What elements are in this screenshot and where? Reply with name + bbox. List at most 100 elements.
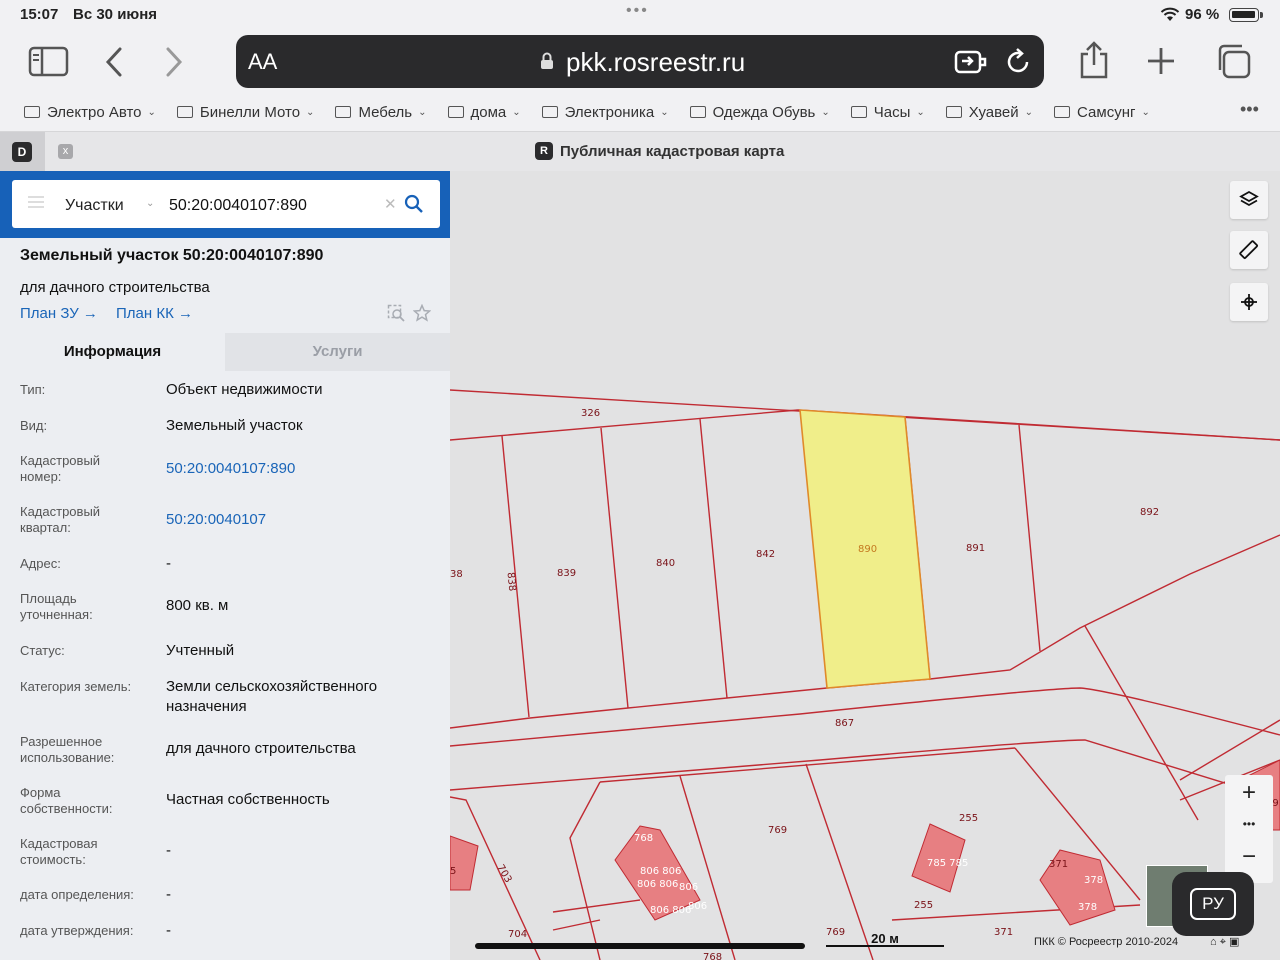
search-input[interactable]: 50:20:0040107:890 <box>169 197 307 215</box>
bookmark-folder-7[interactable]: Часы ⌄ <box>850 101 925 123</box>
info-label: Площадь уточненная: <box>20 591 93 622</box>
tab-services[interactable]: Услуги <box>225 333 450 371</box>
extension-icon[interactable] <box>954 47 988 77</box>
info-value: для дачного строительства <box>166 740 356 757</box>
info-label: Категория земель: <box>20 679 132 694</box>
bookmark-folder-5[interactable]: Электроника ⌄ <box>541 101 669 123</box>
tab-information[interactable]: Информация <box>0 333 225 371</box>
folder-icon <box>1054 106 1071 118</box>
chevron-down-icon: ⌄ <box>418 106 427 118</box>
crosshair-icon <box>1241 294 1257 310</box>
chevron-down-icon: ⌄ <box>1024 106 1034 118</box>
map-copyright: ПКК © Росреестр 2010-2024 <box>1034 936 1179 948</box>
info-value: - <box>166 842 171 859</box>
chevron-down-icon: ⌄ <box>1141 106 1150 118</box>
info-label: Кадастровая стоимость: <box>20 836 98 867</box>
chevron-down-icon: ⌄ <box>306 106 315 118</box>
layers-button[interactable] <box>1230 181 1268 219</box>
info-value: Земли сельскохозяйственного назначения <box>166 678 378 715</box>
bookmarks-more-icon[interactable]: ••• <box>1240 99 1259 120</box>
tab-active[interactable]: R Публичная кадастровая карта <box>535 142 784 160</box>
plan-zu-link[interactable]: План ЗУ → <box>20 305 98 322</box>
map-label: 704 <box>508 929 527 940</box>
chevron-down-icon: ⌄ <box>660 106 669 118</box>
close-tab-icon[interactable]: x <box>58 144 73 159</box>
url-text[interactable]: pkk.rosreestr.ru <box>566 47 745 78</box>
home-indicator[interactable] <box>475 943 805 949</box>
search-category-select[interactable]: Участки <box>65 197 124 215</box>
info-label: Разрешенное использование: <box>20 734 115 765</box>
cadastral-number-link[interactable]: 50:20:0040107:890 <box>166 459 436 479</box>
info-label: Статус: <box>20 643 65 658</box>
reload-icon[interactable] <box>1003 47 1033 77</box>
map-label: 840 <box>656 558 675 569</box>
address-bar[interactable]: AA pkk.rosreestr.ru <box>236 35 1044 88</box>
zoom-out-button[interactable]: − <box>1225 843 1273 871</box>
share-icon[interactable] <box>1078 40 1110 80</box>
folder-icon <box>176 106 193 118</box>
battery-icon <box>1229 8 1263 22</box>
crosshair-icon[interactable]: ⌖ <box>1220 936 1226 948</box>
tab-favicon: R <box>535 142 553 160</box>
bookmark-folder-1[interactable]: Электро Авто ⌄ <box>24 101 156 123</box>
info-value: - <box>166 886 171 903</box>
map-label: 806 <box>679 882 698 893</box>
zoom-to-object-icon[interactable] <box>387 304 405 322</box>
search-box: Участки ⌄ 50:20:0040107:890 ✕ <box>12 180 440 228</box>
tab-bar: D x R Публичная кадастровая карта <box>0 131 1280 172</box>
chevron-down-icon[interactable]: ⌄ <box>146 198 154 209</box>
bookmark-folder-8[interactable]: Хуавей ⌄ <box>945 101 1034 123</box>
chevron-down-icon: ⌄ <box>512 106 521 118</box>
bookmark-folder-2[interactable]: Бинелли Мото ⌄ <box>176 101 315 123</box>
bookmark-folder-4[interactable]: дома ⌄ <box>447 101 521 123</box>
info-value: - <box>166 555 171 572</box>
map-label: 371 <box>994 927 1013 938</box>
plan-kk-link[interactable]: План КК → <box>116 305 193 322</box>
forward-icon[interactable] <box>164 46 184 78</box>
folder-icon <box>689 106 706 118</box>
chevron-down-icon: ⌄ <box>821 106 830 118</box>
tab-inactive[interactable]: D <box>0 132 45 172</box>
map-label: 255 <box>959 813 978 824</box>
info-label: Вид: <box>20 418 48 433</box>
more-options-button[interactable]: ••• <box>1225 817 1273 831</box>
cadastral-quarter-link[interactable]: 50:20:0040107 <box>166 510 436 530</box>
menu-icon[interactable] <box>28 196 44 208</box>
search-icon[interactable] <box>404 194 424 214</box>
home-icon[interactable]: ⌂ <box>1210 936 1217 948</box>
bookmark-folder-9[interactable]: Самсунг ⌄ <box>1054 101 1150 123</box>
info-value: - <box>166 922 171 939</box>
sidebar-icon[interactable] <box>28 46 70 78</box>
reader-aa-button[interactable]: AA <box>248 49 277 75</box>
clear-icon[interactable]: ✕ <box>384 195 397 213</box>
parcel-title: Земельный участок 50:20:0040107:890 <box>20 247 324 264</box>
ruler-button[interactable] <box>1230 231 1268 269</box>
favorite-star-icon[interactable] <box>413 304 431 322</box>
folder-icon <box>945 106 962 118</box>
zoom-in-button[interactable]: + <box>1225 779 1273 807</box>
map-label: 326 <box>581 408 600 419</box>
map-canvas[interactable]: 326 892 38 838 839 840 842 890 891 867 7… <box>450 171 1280 960</box>
cadastral-map[interactable]: 326 892 38 838 839 840 842 890 891 867 7… <box>450 171 1280 960</box>
folder-icon <box>541 106 558 118</box>
map-label: 371 <box>1049 859 1068 870</box>
new-tab-icon[interactable] <box>1146 46 1176 76</box>
lock-icon <box>541 52 553 69</box>
info-value: Земельный участок <box>166 417 303 434</box>
info-panel: Участки ⌄ 50:20:0040107:890 ✕ ‹ Земельны… <box>0 171 466 960</box>
zoom-controls: + ••• − <box>1225 775 1273 883</box>
tabs-overview-icon[interactable] <box>1214 44 1252 80</box>
keyboard-language-button[interactable]: РУ <box>1172 872 1254 936</box>
folder-icon <box>24 106 40 118</box>
back-icon[interactable] <box>104 46 124 78</box>
multitasking-dots-icon[interactable]: ••• <box>626 2 649 20</box>
wifi-icon <box>1160 7 1180 21</box>
fullscreen-icon[interactable]: ▣ <box>1229 936 1239 948</box>
status-time: 15:07 <box>20 6 59 23</box>
bookmark-folder-6[interactable]: Одежда Обувь ⌄ <box>689 101 830 123</box>
map-footer-icons[interactable]: ⌂ ⌖ ▣ <box>1210 935 1239 949</box>
bookmark-folder-3[interactable]: Мебель ⌄ <box>335 101 427 123</box>
locate-button[interactable] <box>1230 283 1268 321</box>
parcel-subtitle: для дачного строительства <box>20 279 210 296</box>
map-label: 768 <box>634 833 653 844</box>
